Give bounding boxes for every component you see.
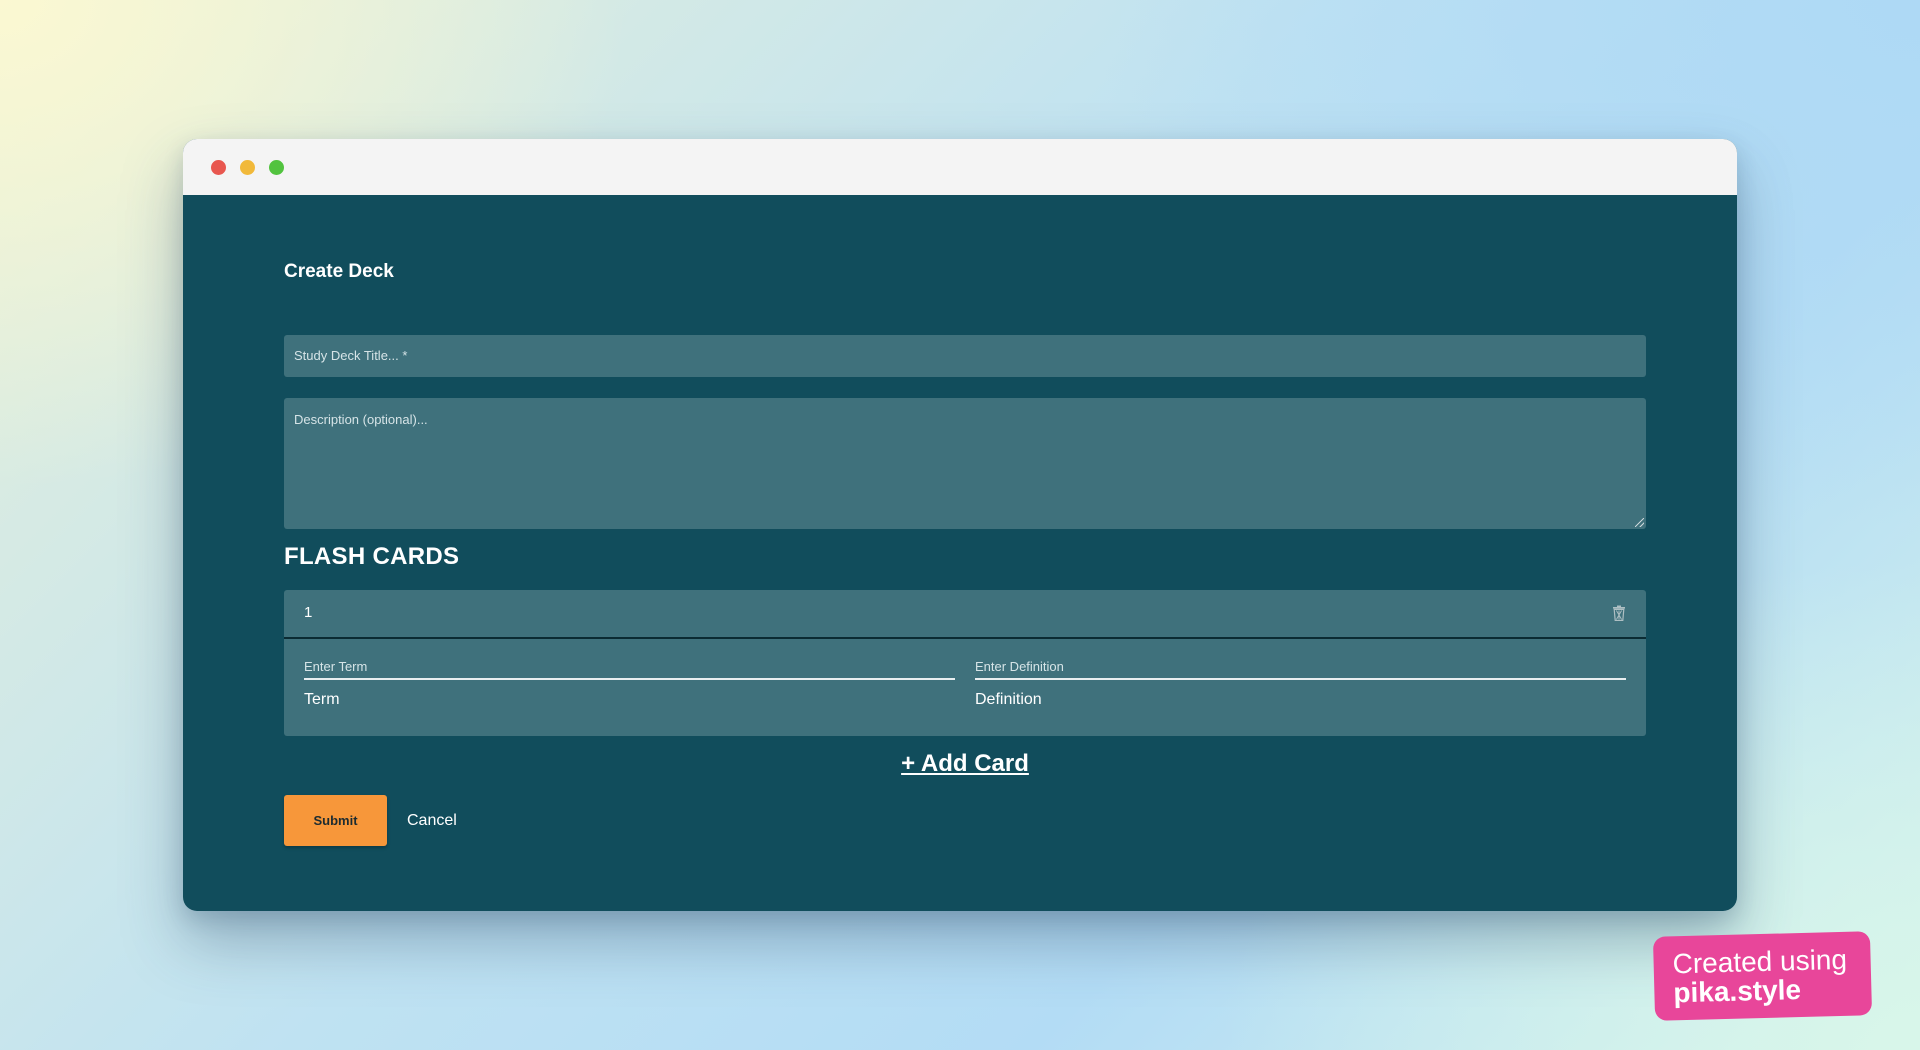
close-window-button[interactable] [211,160,226,175]
definition-field[interactable]: Enter Definition Definition [975,659,1626,709]
badge-line-1: Created using [1672,943,1848,980]
deck-title-input[interactable]: Study Deck Title... * [284,335,1646,377]
term-value[interactable]: Term [304,691,955,709]
card-number: 1 [304,604,313,621]
add-card-link[interactable]: + Add Card [901,750,1029,777]
trash-icon[interactable] [1612,605,1626,621]
term-field[interactable]: Enter Term Term [304,659,955,709]
description-textarea[interactable]: Description (optional)... [284,398,1646,529]
badge-line-2: pika.style [1673,974,1802,1009]
app-window: Create Deck Study Deck Title... * Descri… [183,139,1737,911]
resize-grip-icon[interactable] [1635,518,1644,527]
minimize-window-button[interactable] [240,160,255,175]
add-card-row: + Add Card [284,750,1646,778]
pika-style-badge: Created using pika.style [1652,931,1873,1021]
flash-cards-heading: FLASH CARDS [284,543,460,570]
submit-button[interactable]: Submit [284,795,387,846]
term-label: Enter Term [304,659,955,680]
description-placeholder: Description (optional)... [294,412,428,427]
definition-label: Enter Definition [975,659,1626,680]
maximize-window-button[interactable] [269,160,284,175]
card-header: 1 [284,590,1646,639]
cancel-button[interactable]: Cancel [407,812,457,830]
page-title: Create Deck [284,261,394,282]
definition-value[interactable]: Definition [975,691,1626,709]
flash-card: 1 Enter Term Term Enter Definition Defin… [284,590,1646,736]
window-titlebar [183,139,1737,195]
deck-title-placeholder: Study Deck Title... * [294,348,408,363]
